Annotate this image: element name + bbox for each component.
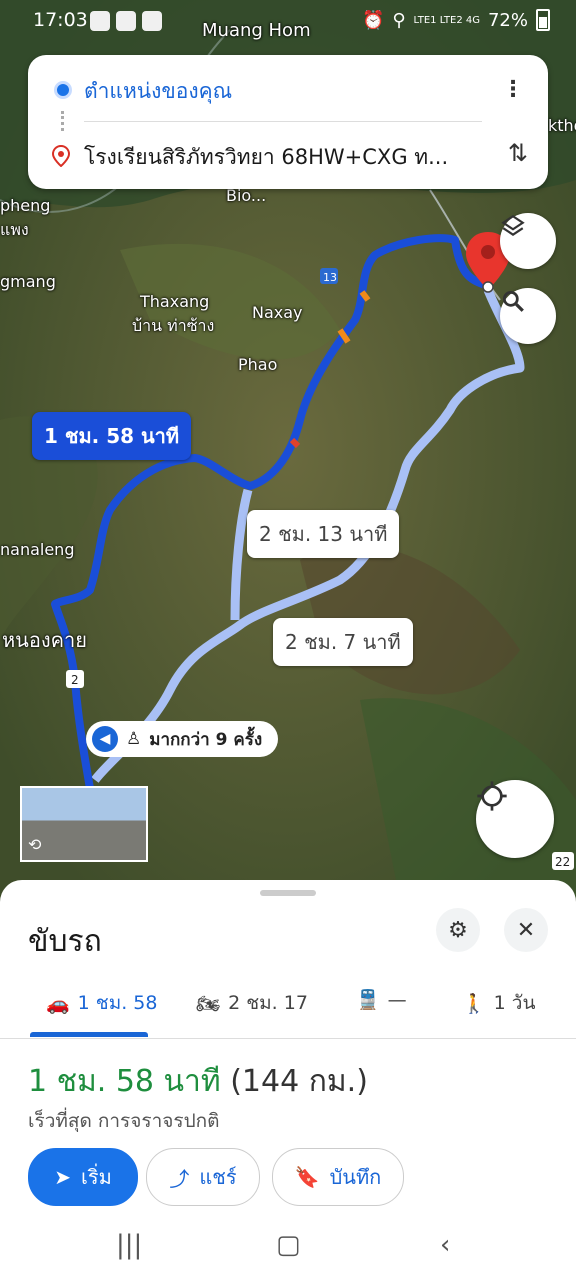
transit-icon: 🚆 bbox=[356, 989, 380, 1011]
my-location-icon bbox=[477, 781, 507, 811]
divider bbox=[84, 121, 482, 122]
tab-motorcycle[interactable]: 🏍 2 ชม. 17 bbox=[196, 988, 308, 1018]
status-time: 17:03 bbox=[33, 9, 88, 31]
place-label: Thaxang bbox=[140, 292, 210, 311]
bookmark-icon: 🔖 bbox=[294, 1165, 320, 1189]
search-icon bbox=[502, 290, 524, 312]
road-shield-13-label: 13 bbox=[323, 271, 337, 284]
status-right: ⏰ ⚲ LTE1 LTE2 4G 72% bbox=[362, 9, 550, 31]
origin-dot-icon bbox=[54, 81, 72, 99]
car-icon: 🚗 bbox=[46, 992, 70, 1015]
battery-icon bbox=[536, 9, 550, 31]
active-tab-indicator bbox=[30, 1032, 148, 1037]
home-icon[interactable]: ▢ bbox=[276, 1230, 301, 1260]
route-label-alt[interactable]: 2 ชม. 7 นาที bbox=[273, 618, 413, 666]
tab-label: 1 ชม. 58 bbox=[77, 992, 158, 1014]
share-button[interactable]: ⤴ แชร์ bbox=[146, 1148, 260, 1206]
tab-drive[interactable]: 🚗 1 ชม. 58 bbox=[46, 988, 157, 1018]
sheet-title: ขับรถ bbox=[28, 924, 102, 959]
back-icon[interactable]: ‹ bbox=[440, 1230, 450, 1260]
route-dots bbox=[61, 111, 67, 131]
motorcycle-icon: 🏍 bbox=[196, 992, 221, 1015]
save-button[interactable]: 🔖 บันทึก bbox=[272, 1148, 404, 1206]
route-label-alt[interactable]: 2 ชม. 13 นาที bbox=[247, 510, 400, 558]
layers-button[interactable] bbox=[500, 213, 556, 269]
megaphone-icon: ◀ bbox=[92, 726, 118, 752]
traffic-report-label: มากกว่า 9 ครั้ง bbox=[149, 729, 263, 750]
place-label: pheng bbox=[0, 196, 51, 215]
status-bar: 17:03 ⏰ ⚲ LTE1 LTE2 4G 72% bbox=[0, 0, 576, 44]
gallery-icon bbox=[142, 11, 162, 31]
drag-handle[interactable] bbox=[260, 890, 316, 896]
tune-icon: ⚙ bbox=[448, 917, 468, 943]
place-label: Phao bbox=[238, 355, 278, 374]
eta-distance: (144 กม.) bbox=[230, 1064, 368, 1099]
swap-direction-icon[interactable]: ⇅ bbox=[508, 139, 528, 167]
place-label: gmang bbox=[0, 272, 56, 291]
street-view-thumbnail[interactable]: ⟲ bbox=[20, 786, 148, 862]
eta-time: 1 ชม. 58 นาที bbox=[28, 1064, 221, 1099]
layers-icon bbox=[501, 214, 525, 236]
battery-label: 72% bbox=[487, 9, 528, 31]
road-shield-2-label: 2 bbox=[71, 673, 79, 687]
place-label: บ้าน ท่าซ้าง bbox=[132, 316, 215, 335]
road-shield-22-label: 22 bbox=[555, 855, 570, 869]
close-button[interactable]: ✕ bbox=[504, 908, 548, 952]
alarm-icon: ⏰ bbox=[361, 9, 385, 31]
origin-field[interactable]: ตำแหน่งของคุณ bbox=[84, 75, 488, 108]
recents-icon[interactable]: ||| bbox=[116, 1230, 142, 1260]
save-label: บันทึก bbox=[329, 1165, 382, 1189]
place-label: ktho bbox=[548, 116, 576, 135]
destination-pin-icon bbox=[52, 145, 70, 167]
search-button[interactable] bbox=[500, 288, 556, 344]
line-icon bbox=[116, 11, 136, 31]
place-label: แพง bbox=[0, 220, 29, 239]
place-label: nanaleng bbox=[0, 540, 75, 559]
close-icon: ✕ bbox=[516, 917, 536, 943]
person-icon: ♙ bbox=[126, 729, 142, 749]
share-icon: ⤴ bbox=[169, 1166, 190, 1191]
eta-summary: 1 ชม. 58 นาที (144 กม.) bbox=[28, 1058, 368, 1105]
tab-walk[interactable]: 🚶 1 วัน bbox=[462, 988, 535, 1018]
signal-text: LTE1 LTE2 4G bbox=[413, 14, 480, 26]
tab-label: 2 ชม. 17 bbox=[228, 992, 308, 1014]
rotate-icon: ⟲ bbox=[28, 835, 42, 854]
app-icon bbox=[90, 11, 110, 31]
navigation-arrow-icon: ➤ bbox=[54, 1165, 71, 1189]
route-label-selected[interactable]: 1 ชม. 58 นาที bbox=[32, 412, 192, 460]
tab-transit[interactable]: 🚆 — bbox=[356, 988, 407, 1012]
traffic-report-chip[interactable]: ◀ ♙ มากกว่า 9 ครั้ง bbox=[86, 721, 279, 757]
place-label: Naxay bbox=[252, 303, 303, 322]
system-nav-bar: ||| ▢ ‹ bbox=[0, 1218, 576, 1280]
notification-icons bbox=[90, 11, 162, 31]
walk-icon: 🚶 bbox=[462, 992, 486, 1015]
location-icon: ⚲ bbox=[392, 9, 406, 31]
route-subtitle: เร็วที่สุด การจราจรปกติ bbox=[28, 1110, 220, 1132]
start-button[interactable]: ➤ เริ่ม bbox=[28, 1148, 138, 1206]
tab-label: — bbox=[387, 988, 407, 1011]
share-label: แชร์ bbox=[199, 1165, 237, 1189]
route-card: ตำแหน่งของคุณ โรงเรียนสิริภัทรวิทยา 68HW… bbox=[28, 55, 548, 189]
place-label: หนองคาย bbox=[2, 628, 87, 652]
travel-mode-tabs: 🚗 1 ชม. 58 🏍 2 ชม. 17 🚆 — 🚶 1 วัน bbox=[0, 980, 576, 1039]
start-label: เริ่ม bbox=[81, 1165, 112, 1189]
route-options-button[interactable]: ⚙ bbox=[436, 908, 480, 952]
tab-label: 1 วัน bbox=[493, 992, 536, 1014]
destination-field[interactable]: โรงเรียนสิริภัทรวิทยา 68HW+CXG ท... bbox=[84, 141, 488, 174]
my-location-button[interactable] bbox=[476, 780, 554, 858]
more-options-icon[interactable]: ⋮ bbox=[502, 77, 524, 102]
